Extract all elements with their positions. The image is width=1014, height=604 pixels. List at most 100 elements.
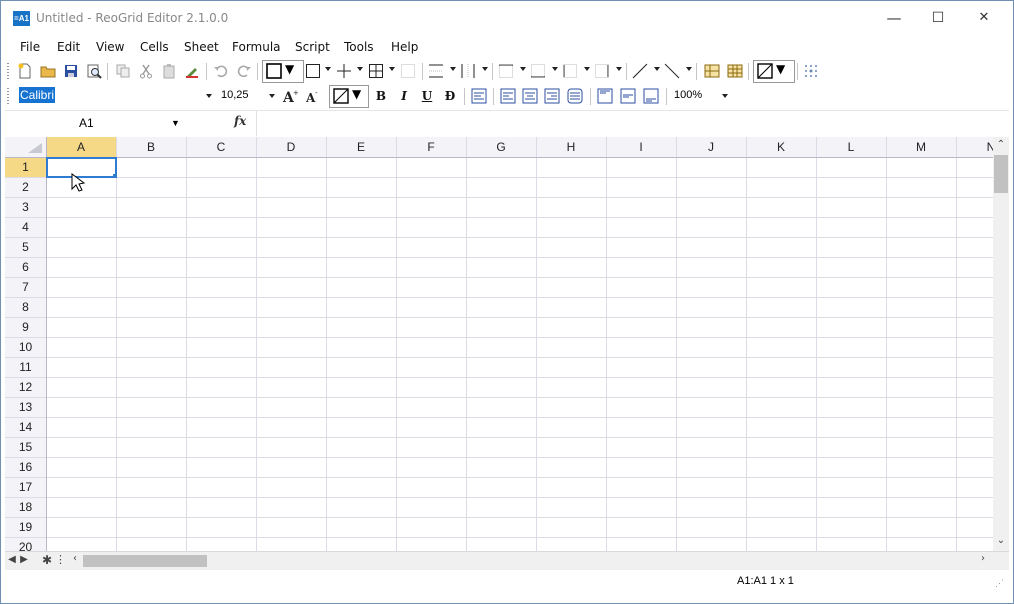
chevron-down-icon[interactable] <box>722 94 728 98</box>
border-left-icon[interactable] <box>562 63 578 79</box>
chevron-down-icon[interactable] <box>654 67 660 71</box>
name-box[interactable]: A1 ▼ <box>5 113 187 133</box>
line-style-button[interactable]: ▼ <box>753 60 795 83</box>
menu-formula[interactable]: Formula <box>232 40 281 54</box>
menu-edit[interactable]: Edit <box>57 40 80 54</box>
row-header-4[interactable]: 4 <box>22 220 29 234</box>
resize-grip-icon[interactable]: ⋰ <box>995 578 1004 589</box>
fx-icon[interactable]: fx <box>234 114 246 128</box>
toolbar-grip[interactable] <box>7 63 9 79</box>
italic-button[interactable]: I <box>396 88 412 104</box>
vertical-scroll-thumb[interactable] <box>994 155 1008 193</box>
row-header-15[interactable]: 15 <box>19 440 33 454</box>
chevron-down-icon[interactable] <box>450 67 456 71</box>
format-painter-icon[interactable] <box>184 63 200 79</box>
fill-handle[interactable] <box>113 174 117 178</box>
bold-button[interactable]: B <box>373 88 389 104</box>
border-left-right-icon[interactable] <box>460 63 476 79</box>
worksheet-grid[interactable]: ABCDEFGHIJKLMN12345678910111213141516171… <box>5 137 993 551</box>
underline-button[interactable]: U <box>419 88 435 104</box>
chevron-down-icon[interactable]: ⌄ <box>993 535 1009 546</box>
cut-icon[interactable] <box>138 63 154 79</box>
open-folder-icon[interactable] <box>40 63 56 79</box>
menu-help[interactable]: Help <box>391 40 418 54</box>
chevron-down-icon[interactable] <box>206 94 212 98</box>
maximize-button[interactable]: ☐ <box>921 7 955 29</box>
menu-tools[interactable]: Tools <box>344 40 374 54</box>
close-button[interactable]: ✕ <box>967 7 1001 29</box>
align-right-icon[interactable] <box>544 88 560 104</box>
row-header-5[interactable]: 5 <box>22 240 29 254</box>
vertical-scrollbar[interactable]: ⌃ ⌄ <box>993 137 1009 551</box>
tab-scroll-right-icon[interactable]: ▶ <box>19 554 29 565</box>
chevron-down-icon[interactable] <box>552 67 558 71</box>
row-header-13[interactable]: 13 <box>19 400 33 414</box>
outline-border-button[interactable]: ▼ <box>262 60 304 83</box>
tab-splitter-icon[interactable]: ⋮ <box>55 553 66 566</box>
copy-icon[interactable] <box>115 63 131 79</box>
new-file-icon[interactable] <box>17 63 33 79</box>
undo-icon[interactable] <box>213 63 229 79</box>
tab-scroll-left-icon[interactable]: ◀ <box>7 554 17 565</box>
column-header-i[interactable]: I <box>639 140 642 154</box>
menu-script[interactable]: Script <box>295 40 330 54</box>
menu-file[interactable]: File <box>20 40 40 54</box>
scroll-right-icon[interactable]: › <box>975 553 991 564</box>
strikethrough-button[interactable]: Đ <box>442 88 458 104</box>
toolbar-grip[interactable] <box>7 88 9 104</box>
row-header-10[interactable]: 10 <box>19 340 33 354</box>
border-top-icon[interactable] <box>498 63 514 79</box>
formula-input[interactable] <box>261 114 1001 132</box>
zoom-value[interactable]: 100% <box>674 89 702 101</box>
border-top-bottom-icon[interactable] <box>428 63 444 79</box>
align-bottom-icon[interactable] <box>643 88 659 104</box>
font-name-combo[interactable]: Calibri <box>19 87 215 104</box>
column-header-l[interactable]: L <box>848 140 855 154</box>
font-color-button[interactable]: ▼ <box>329 85 369 108</box>
diagonal-up-icon[interactable] <box>632 63 648 79</box>
row-header-11[interactable]: 11 <box>19 360 32 374</box>
paste-icon[interactable] <box>161 63 177 79</box>
column-header-d[interactable]: D <box>287 140 296 154</box>
horizontal-scroll-thumb[interactable] <box>83 555 207 567</box>
row-header-17[interactable]: 17 <box>19 480 33 494</box>
chevron-down-icon[interactable]: ▼ <box>171 113 180 133</box>
column-header-c[interactable]: C <box>217 140 226 154</box>
border-none-icon[interactable] <box>400 63 416 79</box>
chevron-down-icon[interactable] <box>686 67 692 71</box>
column-header-k[interactable]: K <box>777 140 785 154</box>
menu-sheet[interactable]: Sheet <box>184 40 219 54</box>
text-wrap-icon[interactable] <box>471 88 487 104</box>
column-header-g[interactable]: G <box>496 140 505 154</box>
name-box-value[interactable]: A1 <box>79 113 94 133</box>
border-all-icon[interactable] <box>368 63 384 79</box>
row-header-1[interactable]: 1 <box>22 160 29 174</box>
save-icon[interactable] <box>63 63 79 79</box>
font-size-value[interactable]: 10,25 <box>221 89 249 101</box>
column-header-m[interactable]: M <box>916 140 926 154</box>
unmerge-cells-icon[interactable] <box>727 63 743 79</box>
border-outside-icon[interactable] <box>305 63 321 79</box>
row-header-19[interactable]: 19 <box>19 520 33 534</box>
column-header-a[interactable]: A <box>77 140 85 154</box>
minimize-button[interactable]: — <box>877 7 911 29</box>
column-header-h[interactable]: H <box>567 140 576 154</box>
increase-font-size-icon[interactable]: A+ <box>282 88 298 104</box>
row-header-7[interactable]: 7 <box>22 280 29 294</box>
row-header-14[interactable]: 14 <box>19 420 33 434</box>
diagonal-down-icon[interactable] <box>664 63 680 79</box>
row-header-20[interactable]: 20 <box>19 540 33 551</box>
row-header-16[interactable]: 16 <box>19 460 33 474</box>
merge-cells-icon[interactable] <box>704 63 720 79</box>
row-header-8[interactable]: 8 <box>22 300 29 314</box>
border-inside-icon[interactable] <box>336 63 352 79</box>
font-size-combo[interactable]: 10,25 <box>221 87 277 104</box>
column-header-e[interactable]: E <box>357 140 365 154</box>
row-header-12[interactable]: 12 <box>19 380 33 394</box>
print-preview-icon[interactable] <box>86 63 102 79</box>
row-header-3[interactable]: 3 <box>22 200 29 214</box>
scroll-left-icon[interactable]: ‹ <box>67 553 83 564</box>
font-name-value[interactable]: Calibri <box>19 87 56 103</box>
row-header-18[interactable]: 18 <box>19 500 33 514</box>
menu-view[interactable]: View <box>96 40 124 54</box>
